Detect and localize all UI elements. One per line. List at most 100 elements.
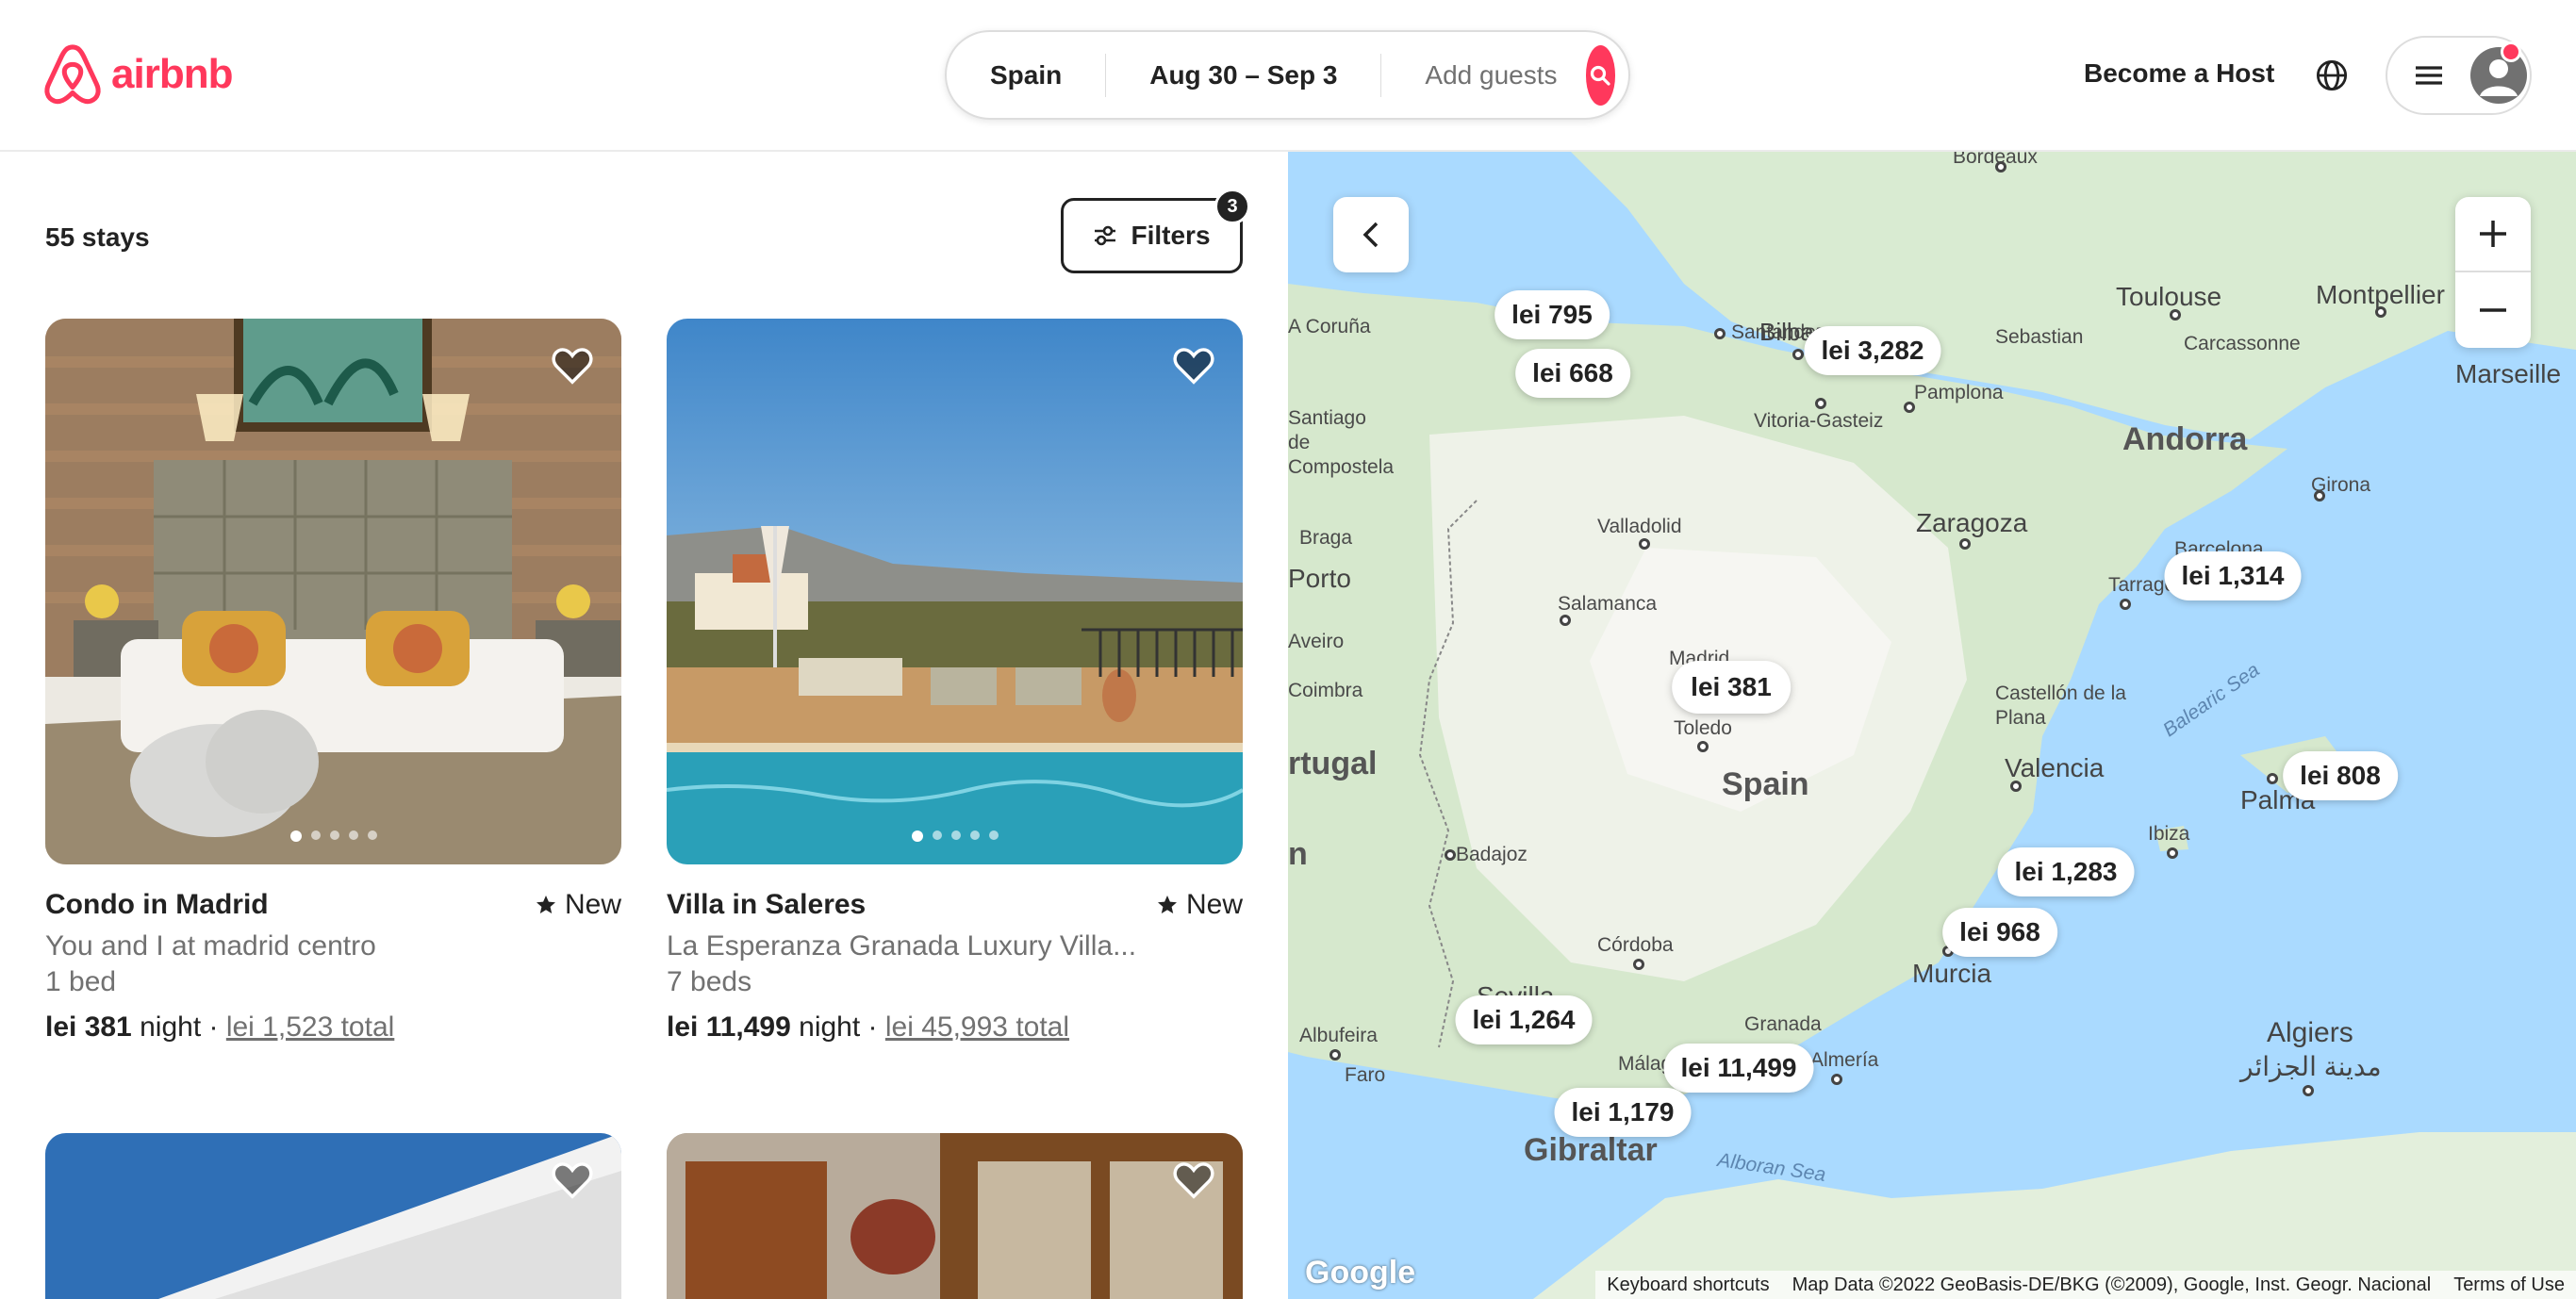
listing-title: Condo in Madrid: [45, 889, 269, 920]
filters-icon: [1095, 225, 1116, 246]
map-label-salamanca: Salamanca: [1558, 593, 1658, 615]
search-location[interactable]: Spain: [947, 60, 1105, 90]
listing-card[interactable]: [667, 1133, 1243, 1299]
map-city-marker: [1633, 959, 1644, 970]
listing-price: lei 381 night · lei 1,523 total: [45, 1011, 395, 1043]
map-city-marker: [1815, 398, 1826, 409]
map-label-pamplona: Pamplona: [1914, 382, 2004, 403]
map-city-marker: [1792, 349, 1804, 360]
map-label-valladolid: Valladolid: [1597, 516, 1682, 537]
heart-icon[interactable]: [1173, 1161, 1214, 1199]
map-city-marker: [1995, 161, 2006, 173]
price-pin[interactable]: lei 808: [2283, 751, 2398, 800]
heart-icon[interactable]: [1173, 347, 1214, 385]
map-city-marker: [2167, 847, 2178, 859]
heart-icon[interactable]: [552, 1161, 593, 1199]
listing-photo[interactable]: [45, 1133, 621, 1299]
listing-beds: 1 bed: [45, 966, 117, 997]
price-unit: night: [140, 1011, 202, 1043]
price-pin[interactable]: lei 3,282: [1804, 326, 1941, 375]
map-city-marker: [2375, 306, 2386, 318]
price-total-link[interactable]: lei 45,993 total: [885, 1011, 1069, 1043]
map-city-marker: [1904, 402, 1915, 413]
map-label-zaragoza: Zaragoza: [1916, 508, 2028, 537]
zoom-out-button[interactable]: [2455, 272, 2531, 348]
map-label-andorra: Andorra: [2122, 421, 2248, 457]
zoom-controls: [2455, 197, 2531, 348]
map-panel[interactable]: Bordeaux A Coruña Santander Bilbao Sebas…: [1288, 152, 2576, 1299]
become-host-link[interactable]: Become a Host: [2084, 58, 2274, 89]
notification-dot: [2501, 41, 2521, 62]
listing-photo[interactable]: [45, 319, 621, 864]
map-label-granada: Granada: [1744, 1013, 1822, 1035]
map-city-marker: [2170, 309, 2181, 321]
map-label-algiers-arabic: مدينة الجزائر: [2240, 1052, 2382, 1081]
listing-new-badge: New: [564, 889, 621, 920]
price-amount: lei 11,499: [667, 1011, 791, 1043]
terms-of-use-link[interactable]: Terms of Use: [2453, 1274, 2565, 1296]
map-label-carcassonne: Carcassonne: [2184, 333, 2301, 354]
listing-card[interactable]: Condo in Madrid New You and I at madrid …: [45, 319, 621, 1044]
map-label-ibiza: Ibiza: [2148, 823, 2190, 845]
map-city-marker: [2314, 490, 2325, 502]
stays-count: 55 stays: [45, 222, 150, 252]
listing-photo[interactable]: [667, 1133, 1243, 1299]
map-city-marker: [1831, 1074, 1842, 1085]
map-label-cordoba: Córdoba: [1597, 934, 1674, 956]
heart-icon[interactable]: [552, 347, 593, 385]
map-label-braga: Braga: [1299, 527, 1353, 549]
keyboard-shortcuts-link[interactable]: Keyboard shortcuts: [1607, 1274, 1769, 1296]
search-dates[interactable]: Aug 30 – Sep 3: [1106, 60, 1380, 90]
globe-icon[interactable]: [2315, 58, 2349, 92]
price-pin[interactable]: lei 11,499: [1663, 1044, 1814, 1093]
airbnb-logo-icon: [44, 44, 101, 105]
price-pin[interactable]: lei 668: [1515, 349, 1630, 398]
search-icon: [1591, 65, 1610, 86]
search-guests[interactable]: Add guests: [1381, 60, 1585, 90]
map-label-santiago: Santiago de Compostela: [1288, 407, 1395, 478]
price-pin[interactable]: lei 795: [1494, 290, 1610, 339]
map-label-valencia: Valencia: [2005, 753, 2105, 782]
listing-card[interactable]: [45, 1133, 621, 1299]
map-label-algiers: Algiers: [2267, 1017, 2353, 1048]
zoom-in-button[interactable]: [2455, 197, 2531, 272]
map-city-marker: [1714, 328, 1726, 339]
listing-title: Villa in Saleres: [667, 889, 867, 920]
listing-beds: 7 beds: [667, 966, 752, 997]
top-navigation: airbnb Spain Aug 30 – Sep 3 Add guests B…: [0, 0, 2576, 152]
listing-rating: New: [1156, 889, 1243, 921]
airbnb-logo[interactable]: airbnb: [43, 43, 233, 106]
price-pin[interactable]: lei 1,179: [1554, 1088, 1692, 1137]
collapse-map-button[interactable]: [1333, 197, 1409, 272]
map-city-marker: [2267, 773, 2278, 784]
filters-count-badge: 3: [1214, 189, 1250, 224]
map-label-porto: Porto: [1288, 564, 1351, 593]
listing-photo[interactable]: [667, 319, 1243, 864]
search-button[interactable]: [1585, 44, 1615, 106]
price-pin[interactable]: lei 968: [1942, 908, 2057, 957]
filters-label: Filters: [1131, 221, 1211, 250]
price-pin-selected[interactable]: lei 381: [1674, 663, 1789, 712]
map-city-marker: [1959, 538, 1971, 550]
map-attribution: Keyboard shortcuts Map Data ©2022 GeoBas…: [1595, 1271, 2576, 1299]
map-city-marker: [2010, 781, 2022, 792]
price-unit: night: [799, 1011, 861, 1043]
map-label-badajoz: Badajoz: [1456, 844, 1527, 865]
map-label-toledo: Toledo: [1674, 717, 1732, 739]
listing-subtitle: La Esperanza Granada Luxury Villa...: [667, 930, 1137, 962]
map-label-murcia: Murcia: [1912, 959, 1992, 988]
price-total-link[interactable]: lei 1,523 total: [226, 1011, 394, 1043]
listing-card[interactable]: Villa in Saleres New La Esperanza Granad…: [667, 319, 1243, 1044]
map-label-coimbra: Coimbra: [1288, 680, 1363, 701]
search-bar[interactable]: Spain Aug 30 – Sep 3 Add guests: [945, 30, 1630, 120]
price-pin[interactable]: lei 1,264: [1455, 995, 1593, 1044]
plus-icon: [2480, 221, 2506, 247]
map-label-faro: Faro: [1345, 1064, 1386, 1086]
price-pin[interactable]: lei 1,314: [2164, 551, 2302, 600]
star-icon: [1157, 896, 1177, 913]
map-city-marker: [2120, 599, 2131, 610]
price-pin[interactable]: lei 1,283: [1997, 847, 2135, 896]
map-city-marker: [1560, 615, 1571, 626]
map-label-sansebastian: Sebastian: [1995, 326, 2084, 348]
minus-icon: [2480, 308, 2506, 312]
